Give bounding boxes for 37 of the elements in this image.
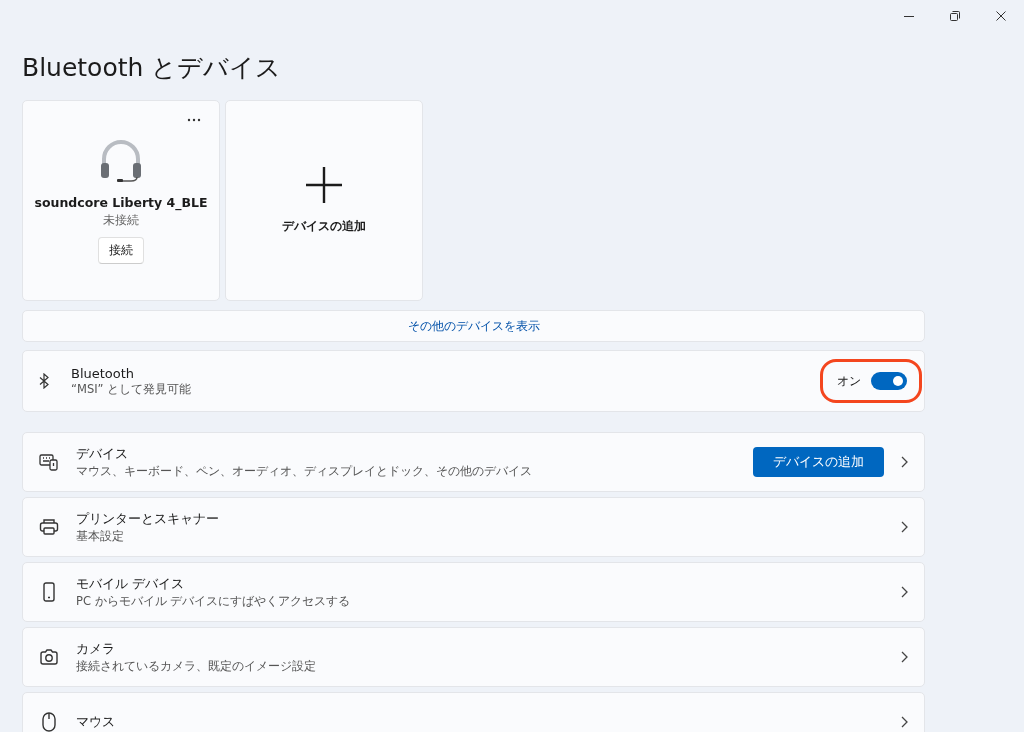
row-title: マウス xyxy=(76,713,116,731)
connect-button[interactable]: 接続 xyxy=(98,237,144,264)
device-name: soundcore Liberty 4_BLE xyxy=(34,195,208,210)
add-device-button[interactable]: デバイスの追加 xyxy=(753,447,884,477)
more-icon[interactable] xyxy=(187,118,201,122)
printer-icon xyxy=(39,518,59,536)
bluetooth-icon xyxy=(39,373,49,389)
close-icon[interactable] xyxy=(996,11,1006,21)
headset-icon xyxy=(98,137,144,183)
row-subtitle: “MSI” として発見可能 xyxy=(71,381,193,397)
row-title: プリンターとスキャナー xyxy=(76,510,220,528)
camera-icon xyxy=(39,648,59,666)
chevron-right-icon[interactable] xyxy=(900,456,908,468)
page-title: Bluetooth とデバイス xyxy=(22,52,283,84)
show-more-devices-button[interactable]: その他のデバイスを表示 xyxy=(22,310,925,342)
row-title: カメラ xyxy=(76,640,116,658)
row-subtitle: 接続されているカメラ、既定のイメージ設定 xyxy=(76,659,317,674)
bluetooth-toggle[interactable] xyxy=(871,372,907,390)
chevron-right-icon[interactable] xyxy=(900,651,908,663)
add-device-label[interactable]: デバイスの追加 xyxy=(282,218,366,235)
row-title: Bluetooth xyxy=(71,365,136,381)
row-subtitle: 基本設定 xyxy=(76,529,125,544)
plus-icon[interactable] xyxy=(305,166,343,204)
chevron-right-icon[interactable] xyxy=(900,521,908,533)
chevron-right-icon[interactable] xyxy=(900,586,908,598)
chevron-right-icon[interactable] xyxy=(900,716,908,728)
minimize-icon[interactable] xyxy=(904,15,914,17)
row-subtitle: マウス、キーボード、ペン、オーディオ、ディスプレイとドック、その他のデバイス xyxy=(76,464,533,479)
phone-icon xyxy=(43,582,55,602)
toggle-label: オン xyxy=(837,372,861,390)
row-subtitle: PC からモバイル デバイスにすばやくアクセスする xyxy=(76,594,352,609)
keyboard-icon xyxy=(39,453,59,471)
restore-icon[interactable] xyxy=(950,11,960,21)
row-title: モバイル デバイス xyxy=(76,575,186,593)
device-status: 未接続 xyxy=(103,212,139,229)
row-title: デバイス xyxy=(76,445,129,463)
mouse-icon xyxy=(42,712,56,732)
